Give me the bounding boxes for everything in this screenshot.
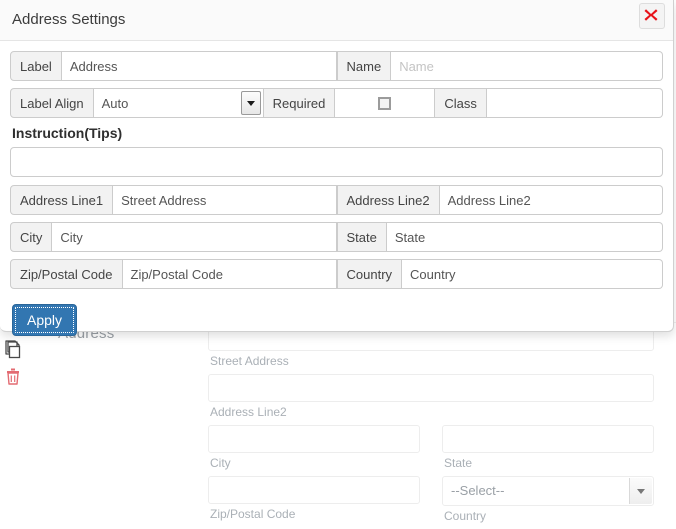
address-line2-input[interactable]: Address Line2 [439,185,663,215]
bg-street-address-caption: Street Address [210,354,289,368]
state-addon: State [336,222,387,252]
align-required-class-row: Label Align Auto Required Class [10,88,663,118]
required-checkbox-cell[interactable] [335,88,436,118]
dialog-header: Address Settings [0,0,673,41]
bg-state-caption: State [444,456,473,470]
zip-country-row: Zip/Postal Code Zip/Postal Code Country … [10,259,663,289]
bg-city-input[interactable] [208,425,420,453]
bg-country-column: --Select-- Country [442,476,654,529]
city-input[interactable]: City [52,222,337,252]
chevron-down-icon[interactable] [240,91,261,115]
label-align-addon: Label Align [10,88,94,118]
dialog-body: Label Address Name Name Label Align Auto… [0,41,673,336]
required-addon: Required [263,88,336,118]
instruction-label: Instruction(Tips) [12,125,123,141]
address-settings-dialog: Address Settings Label Address Name Name… [0,0,674,336]
city-state-row: City City State State [10,222,663,252]
address-line1-group: Address Line1 Street Address [10,185,337,215]
bg-city-caption: City [210,456,231,470]
class-input[interactable] [486,88,663,118]
bg-zip-column: Zip/Postal Code [208,476,420,529]
address-preview-form: Street Address Address Line2 City State … [208,323,660,529]
chevron-down-icon[interactable] [629,478,652,504]
field-action-rail: Address [0,323,200,525]
name-input[interactable]: Name [391,51,663,81]
bg-zip-country-row: Zip/Postal Code --Select-- Country [208,476,660,529]
country-addon: Country [336,259,403,289]
copy-icon[interactable] [4,339,24,361]
label-align-value: Auto [101,95,129,111]
class-addon: Class [435,88,487,118]
zip-addon: Zip/Postal Code [10,259,123,289]
bg-city-state-row: City State [208,425,660,476]
address-line1-input[interactable]: Street Address [113,185,337,215]
country-group: Country Country [336,259,663,289]
zip-input[interactable]: Zip/Postal Code [122,259,337,289]
trash-icon[interactable] [4,367,22,387]
name-addon: Name [336,51,392,81]
state-group: State State [336,222,663,252]
label-addon: Label [10,51,62,81]
label-group: Label Address [10,51,337,81]
zip-group: Zip/Postal Code Zip/Postal Code [10,259,337,289]
bg-address-line2-caption: Address Line2 [210,405,287,419]
bg-city-column: City [208,425,420,476]
address-field-block[interactable]: Address Street Address Address Line2 Cit… [0,322,676,525]
state-input[interactable]: State [386,222,663,252]
city-group: City City [10,222,337,252]
label-align-select[interactable]: Auto [93,88,264,118]
city-addon: City [10,222,53,252]
address-lines-row: Address Line1 Street Address Address Lin… [10,185,663,215]
close-icon[interactable] [639,3,665,29]
dialog-title: Address Settings [12,11,126,28]
address-line2-group: Address Line2 Address Line2 [336,185,663,215]
required-checkbox[interactable] [378,96,392,110]
address-line2-addon: Address Line2 [336,185,440,215]
address-line1-addon: Address Line1 [10,185,114,215]
instruction-input[interactable] [10,147,663,177]
bg-address-line2-input[interactable] [208,374,654,402]
bg-country-select[interactable]: --Select-- [442,476,654,506]
bg-country-select-value: --Select-- [451,483,505,498]
bg-country-caption: Country [444,509,487,523]
label-input[interactable]: Address [61,51,337,81]
bg-state-input[interactable] [442,425,654,453]
bg-zip-input[interactable] [208,476,420,504]
apply-button[interactable]: Apply [12,304,78,336]
label-name-row: Label Address Name Name [10,51,663,81]
country-input[interactable]: Country [402,259,663,289]
bg-zip-caption: Zip/Postal Code [210,507,296,521]
bg-state-column: State [442,425,654,476]
name-group: Name Name [336,51,663,81]
